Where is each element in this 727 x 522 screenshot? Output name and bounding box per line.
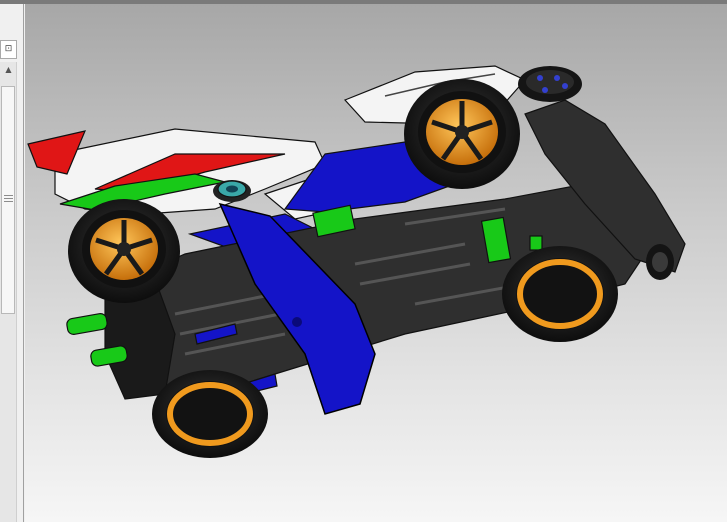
scrollbar-thumb[interactable]	[1, 86, 15, 314]
chevron-up-icon[interactable]: ▲	[0, 62, 17, 78]
panel-restore-icon[interactable]: ⊡	[0, 40, 17, 59]
feature-tree-panel-edge: ⊡ ▲	[0, 4, 24, 522]
wheel-rear-left[interactable]	[68, 199, 180, 303]
3d-graphics-viewport[interactable]	[25, 4, 727, 522]
vertical-scrollbar[interactable]: ▲	[0, 62, 17, 522]
mini-4wd-car-model[interactable]	[25, 4, 727, 522]
grip-icon	[4, 195, 13, 203]
cover-screw	[292, 317, 302, 327]
front-roller[interactable]	[518, 66, 582, 102]
green-gear-tab[interactable]	[529, 235, 543, 251]
green-rear-shaft-1[interactable]	[66, 312, 108, 336]
wheel-front-bottom[interactable]	[502, 246, 618, 342]
teal-roller[interactable]	[213, 180, 251, 202]
side-roller[interactable]	[646, 244, 674, 280]
wheel-rear-bottom[interactable]	[152, 370, 268, 458]
wheel-front-top[interactable]	[404, 79, 520, 189]
cad-application-window: ⊡ ▲	[0, 0, 727, 522]
